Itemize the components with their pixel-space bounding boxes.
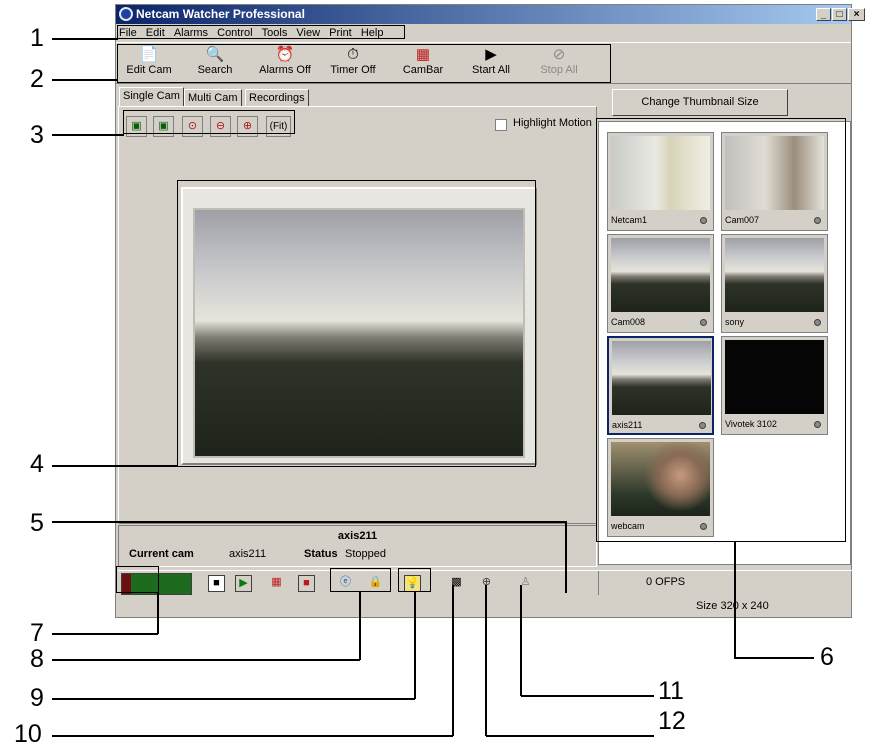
callout-box-meter	[116, 566, 159, 593]
callout-box-image	[177, 180, 536, 467]
highlight-motion-label: Highlight Motion	[513, 117, 592, 129]
callout-line-5b	[565, 521, 567, 593]
maximize-button[interactable]: □	[832, 8, 847, 21]
callout-number-3: 3	[30, 121, 44, 149]
callout-line-2	[52, 79, 118, 81]
callout-number-5: 5	[30, 509, 44, 537]
callout-line-5	[52, 521, 566, 523]
title-bar[interactable]: Netcam Watcher Professional _ □ ×	[116, 5, 865, 24]
callout-line-11	[521, 695, 654, 697]
callout-number-1: 1	[30, 24, 44, 52]
callout-line-11b	[520, 585, 522, 696]
info-cam-name: axis211	[337, 530, 378, 542]
callout-box-menu	[117, 25, 405, 39]
highlight-motion-checkbox[interactable]	[495, 119, 507, 131]
callout-number-8: 8	[30, 645, 44, 673]
window-title: Netcam Watcher Professional	[136, 7, 305, 21]
callout-number-9: 9	[30, 684, 44, 712]
change-thumbnail-size-button[interactable]: Change Thumbnail Size	[612, 89, 788, 116]
callout-line-12	[486, 735, 654, 737]
current-cam-label: Current cam	[129, 548, 194, 560]
status-label: Status	[304, 548, 338, 560]
callout-line-8	[52, 659, 360, 661]
callout-box-bulb	[398, 568, 431, 592]
callout-line-7b	[157, 593, 159, 634]
callout-number-12: 12	[658, 707, 686, 735]
callout-box-cam-toolbar	[123, 110, 295, 134]
minimize-button[interactable]: _	[816, 8, 831, 21]
callout-line-12b	[485, 585, 487, 736]
callout-box-web	[330, 568, 391, 592]
callout-line-9b	[414, 592, 416, 699]
callout-box-thumbnails	[596, 118, 846, 542]
app-logo-icon	[119, 7, 133, 21]
callout-line-1	[52, 38, 118, 40]
fps-readout: 0 OFPS	[646, 576, 686, 588]
screenshot-stage: Netcam Watcher Professional _ □ × File E…	[0, 0, 869, 749]
target-icon[interactable]: ⊕	[478, 575, 495, 592]
camera-info-bar: axis211 Current cam axis211 Status Stopp…	[118, 525, 597, 567]
stop-record-icon[interactable]: ■	[208, 575, 225, 592]
tab-single-cam[interactable]: Single Cam	[119, 87, 184, 107]
current-cam-value: axis211	[229, 548, 267, 560]
callout-line-6	[734, 657, 814, 659]
callout-line-6b	[734, 542, 736, 658]
status-value: Stopped	[345, 548, 386, 560]
callout-line-8b	[359, 592, 361, 660]
callout-line-10b	[452, 585, 454, 736]
record-icon[interactable]: ■	[298, 575, 315, 592]
callout-line-3	[52, 134, 124, 136]
callout-number-7: 7	[30, 619, 44, 647]
motion-grid-icon[interactable]: ▩	[448, 575, 465, 592]
callout-line-9	[52, 698, 415, 700]
status-divider	[598, 571, 599, 595]
callout-number-6: 6	[820, 643, 834, 671]
tab-multi-cam[interactable]: Multi Cam	[184, 89, 242, 107]
callout-number-10: 10	[14, 720, 42, 748]
callout-number-11: 11	[658, 677, 684, 705]
close-button[interactable]: ×	[848, 8, 865, 21]
callout-number-2: 2	[30, 65, 44, 93]
callout-line-7	[52, 633, 158, 635]
callout-line-10	[52, 735, 453, 737]
callout-line-4	[52, 465, 178, 467]
play-icon[interactable]: ▶	[235, 575, 252, 592]
callout-box-toolbar	[117, 44, 611, 83]
callout-number-4: 4	[30, 450, 44, 478]
size-readout: Size 320 x 240	[696, 600, 769, 612]
cambar-small-icon[interactable]: ▦	[268, 575, 285, 592]
tab-recordings[interactable]: Recordings	[245, 89, 309, 107]
